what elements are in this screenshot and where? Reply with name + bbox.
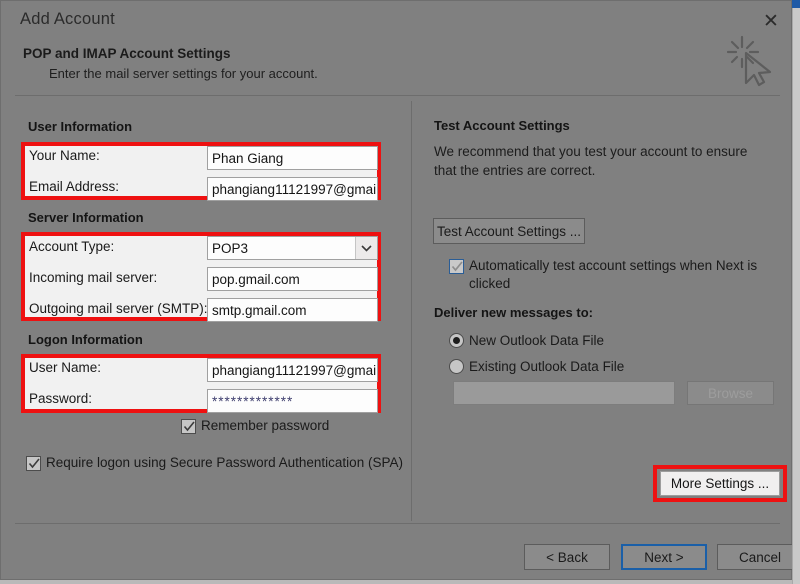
- close-icon[interactable]: ✕: [756, 7, 786, 35]
- chevron-down-icon[interactable]: [355, 237, 377, 259]
- user-information-title: User Information: [28, 119, 132, 134]
- require-spa-label: Require logon using Secure Password Auth…: [46, 454, 403, 472]
- cancel-button[interactable]: Cancel: [717, 544, 800, 570]
- outgoing-mail-server-label: Outgoing mail server (SMTP):: [29, 301, 208, 316]
- dialog-header: POP and IMAP Account Settings Enter the …: [2, 41, 792, 95]
- outgoing-mail-server-input[interactable]: smtp.gmail.com: [207, 298, 378, 322]
- page-title: POP and IMAP Account Settings: [23, 46, 231, 61]
- remember-password-label: Remember password: [201, 417, 329, 435]
- password-input[interactable]: *************: [207, 389, 378, 413]
- page-subtitle: Enter the mail server settings for your …: [49, 66, 318, 81]
- your-name-label: Your Name:: [29, 148, 100, 163]
- accent-corner: [792, 0, 800, 8]
- test-account-description: We recommend that you test your account …: [434, 142, 772, 180]
- window-title: Add Account: [20, 10, 115, 29]
- radio-existing-outlook-data-file[interactable]: Existing Outlook Data File: [449, 359, 624, 374]
- left-column: User Information Your Name: Phan Giang E…: [1, 96, 411, 523]
- data-file-path-input[interactable]: [453, 381, 675, 405]
- more-settings-button[interactable]: More Settings ...: [660, 471, 780, 496]
- cursor-sparkle-icon: [724, 33, 778, 87]
- account-type-value: POP3: [212, 241, 248, 256]
- radio-new-outlook-data-file[interactable]: New Outlook Data File: [449, 333, 604, 348]
- radio-new-outlook-data-file-label: New Outlook Data File: [469, 333, 604, 348]
- remember-password-checkbox[interactable]: Remember password: [181, 417, 329, 435]
- next-button[interactable]: Next >: [621, 544, 707, 570]
- browse-button: Browse: [687, 381, 774, 405]
- radio-existing-outlook-data-file-label: Existing Outlook Data File: [469, 359, 624, 374]
- logon-information-title: Logon Information: [28, 332, 143, 347]
- checkbox-icon: [26, 456, 41, 471]
- edge-column: [792, 8, 800, 584]
- auto-test-label: Automatically test account settings when…: [469, 257, 779, 293]
- email-address-input[interactable]: phangiang11121997@gmail.c: [207, 177, 378, 201]
- deliver-new-messages-title: Deliver new messages to:: [434, 305, 593, 320]
- email-address-label: Email Address:: [29, 179, 119, 194]
- require-spa-checkbox[interactable]: Require logon using Secure Password Auth…: [26, 454, 403, 472]
- right-edge-strip: [792, 0, 800, 584]
- incoming-mail-server-input[interactable]: pop.gmail.com: [207, 267, 378, 291]
- right-column: Test Account Settings We recommend that …: [412, 96, 793, 523]
- test-account-settings-button[interactable]: Test Account Settings ...: [433, 218, 585, 244]
- add-account-dialog: Add Account ✕ POP and IMAP Account Setti…: [0, 0, 792, 580]
- incoming-mail-server-label: Incoming mail server:: [29, 270, 157, 285]
- title-bar: Add Account ✕: [1, 1, 791, 41]
- radio-icon: [449, 359, 464, 374]
- back-button[interactable]: < Back: [524, 544, 610, 570]
- checkbox-icon: [181, 419, 196, 434]
- test-account-settings-title: Test Account Settings: [434, 118, 570, 133]
- checkbox-icon: [449, 259, 464, 274]
- password-label: Password:: [29, 391, 92, 406]
- footer-divider: [15, 523, 780, 524]
- your-name-input[interactable]: Phan Giang: [207, 146, 378, 170]
- account-type-label: Account Type:: [29, 239, 114, 254]
- server-information-title: Server Information: [28, 210, 144, 225]
- radio-icon: [449, 333, 464, 348]
- user-name-label: User Name:: [29, 360, 101, 375]
- account-type-select[interactable]: POP3: [207, 236, 378, 260]
- auto-test-checkbox[interactable]: Automatically test account settings when…: [449, 257, 779, 293]
- user-name-input[interactable]: phangiang11121997@gmail.c: [207, 358, 378, 382]
